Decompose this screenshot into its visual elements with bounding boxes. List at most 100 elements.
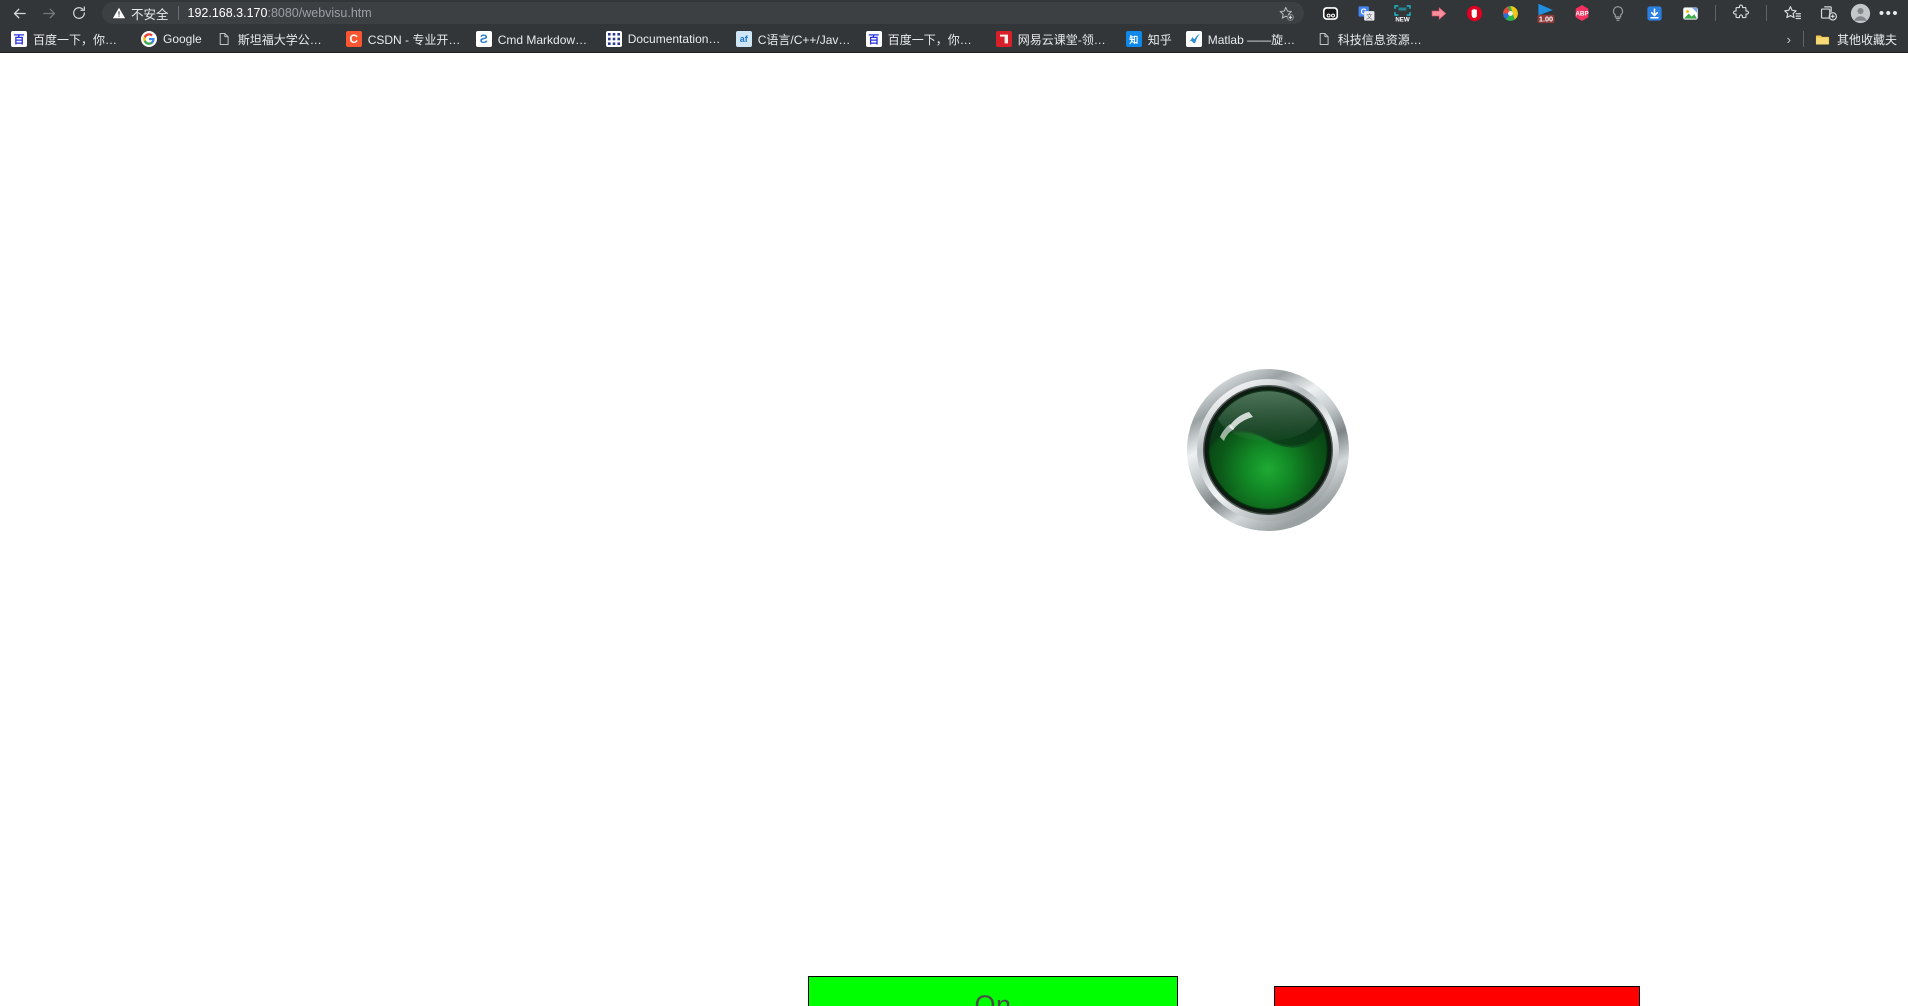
bookmark-label: Matlab ——旋转矩... bbox=[1207, 32, 1302, 47]
bookmark-label: 科技信息资源免费... bbox=[1337, 32, 1432, 47]
status-indicator-lamp bbox=[1187, 369, 1349, 531]
google-translate-icon[interactable]: G 文 bbox=[1348, 1, 1384, 25]
colorful-globe-icon bbox=[1502, 5, 1518, 21]
bookmark-item[interactable]: af C语言/C++/Java学... bbox=[729, 29, 859, 50]
back-button[interactable] bbox=[4, 1, 34, 25]
matlab-favicon bbox=[1186, 32, 1201, 46]
document-favicon bbox=[1319, 32, 1329, 46]
bookmark-item[interactable]: Documentation - R... bbox=[599, 29, 729, 49]
zhihu-favicon: 知 bbox=[1125, 31, 1142, 47]
warning-triangle-icon bbox=[112, 7, 126, 19]
adblock-plus-icon: ABP bbox=[1575, 5, 1589, 21]
bookmark-item[interactable]: 科技信息资源免费... bbox=[1309, 29, 1439, 50]
security-status[interactable]: 不安全 bbox=[112, 4, 169, 23]
bookmark-item[interactable]: 百 百度一下，你就知道 bbox=[4, 29, 134, 50]
blue-download-icon[interactable] bbox=[1636, 1, 1672, 25]
grid-favicon bbox=[605, 31, 622, 47]
colorful-globe-icon[interactable] bbox=[1492, 1, 1528, 25]
red-stop-hand-icon bbox=[1466, 5, 1482, 21]
bookmark-label: 百度一下，你就知道 bbox=[33, 32, 127, 47]
bookmark-item[interactable]: 斯坦福大学公开课... bbox=[209, 29, 339, 50]
svg-text:ABP: ABP bbox=[1575, 11, 1588, 18]
new-capture-icon[interactable]: NEW bbox=[1384, 1, 1420, 25]
bookmark-star-button[interactable] bbox=[1274, 2, 1298, 24]
address-bar[interactable]: 不安全 192.168.3.170:8080/webvisu.htm bbox=[102, 2, 1304, 24]
bookmark-label: 知乎 bbox=[1147, 32, 1172, 47]
puzzle-extensions-icon[interactable] bbox=[1723, 1, 1759, 25]
bookmarks-separator bbox=[1802, 31, 1804, 47]
bookmark-item[interactable]: 网易云课堂-领先的... bbox=[989, 29, 1119, 50]
reload-button[interactable] bbox=[64, 1, 94, 25]
google-favicon bbox=[141, 31, 157, 47]
other-bookmarks-button[interactable]: 其他收藏夫 bbox=[1808, 29, 1904, 50]
netease-favicon bbox=[996, 32, 1011, 46]
profile-avatar-icon bbox=[1850, 3, 1870, 23]
omnibox-divider bbox=[177, 6, 179, 20]
status-indicator-lamp[interactable] bbox=[1185, 367, 1351, 533]
toolbar-separator-2 bbox=[1766, 5, 1767, 21]
collections-button[interactable] bbox=[1810, 1, 1846, 25]
bookmark-label: 斯坦福大学公开课... bbox=[237, 32, 332, 47]
bookmark-label: 网易云课堂-领先的... bbox=[1017, 32, 1112, 47]
browser-chrome: 不安全 192.168.3.170:8080/webvisu.htm G 文 N… bbox=[0, 0, 1908, 53]
gray-bulb-icon bbox=[1612, 5, 1624, 21]
on-button[interactable]: On bbox=[808, 976, 1178, 1006]
url-host: 192.168.3.170 bbox=[187, 6, 268, 20]
matlab-favicon bbox=[1185, 31, 1202, 47]
puzzle-extensions-icon bbox=[1733, 4, 1749, 19]
document-favicon bbox=[219, 32, 229, 46]
forward-button[interactable] bbox=[34, 1, 64, 25]
pink-arrow-icon[interactable] bbox=[1420, 1, 1456, 25]
arrow-left-icon bbox=[13, 8, 26, 18]
bookmark-item[interactable]: Matlab ——旋转矩... bbox=[1179, 29, 1309, 50]
three-dots-menu-icon: ••• bbox=[1878, 4, 1900, 22]
bookmark-item[interactable]: Ƨ Cmd Markdown 公... bbox=[469, 29, 599, 50]
url-path: :8080/webvisu.htm bbox=[267, 6, 372, 20]
blue-play-speed-icon[interactable]: 1.00 bbox=[1528, 1, 1564, 25]
star-add-icon bbox=[1279, 6, 1294, 21]
security-label: 不安全 bbox=[131, 7, 169, 22]
bookmark-label: Documentation - R... bbox=[627, 32, 722, 46]
google-favicon bbox=[143, 33, 155, 45]
csdn-favicon: C bbox=[345, 31, 362, 47]
bookmark-item[interactable]: 百 百度一下，你就知道 bbox=[859, 29, 989, 50]
adblock-plus-icon[interactable]: ABP bbox=[1564, 1, 1600, 25]
profile-avatar-button[interactable] bbox=[1846, 1, 1874, 25]
oo-reader-icon bbox=[1322, 6, 1338, 20]
favorites-button[interactable] bbox=[1774, 1, 1810, 25]
svg-text:文: 文 bbox=[1366, 11, 1373, 20]
document-favicon bbox=[216, 31, 232, 47]
image-tool-icon bbox=[1682, 6, 1698, 20]
arrow-right-icon bbox=[42, 8, 55, 18]
grid-favicon bbox=[606, 32, 621, 46]
baidu-favicon: 百 bbox=[865, 31, 882, 47]
on-button-label: On bbox=[974, 989, 1012, 1006]
blue-play-speed-icon: 1.00 bbox=[1537, 3, 1555, 23]
pink-arrow-icon bbox=[1431, 6, 1446, 20]
bookmarks-overflow-button[interactable]: › bbox=[1779, 32, 1799, 47]
url-display[interactable]: 192.168.3.170:8080/webvisu.htm bbox=[188, 6, 1270, 20]
bookmark-label: Cmd Markdown 公... bbox=[497, 32, 592, 47]
off-button[interactable]: Off bbox=[1274, 986, 1640, 1006]
gray-bulb-icon[interactable] bbox=[1600, 1, 1636, 25]
collections-add-icon bbox=[1820, 5, 1837, 21]
oo-reader-icon[interactable] bbox=[1312, 1, 1348, 25]
bookmark-item[interactable]: Google bbox=[134, 29, 209, 49]
webvisu-page: On Off bbox=[0, 53, 1908, 1006]
cmd-markdown-favicon: Ƨ bbox=[475, 31, 492, 47]
browser-menu-button[interactable]: ••• bbox=[1874, 1, 1904, 25]
other-bookmarks-label: 其他收藏夫 bbox=[1836, 32, 1897, 47]
image-tool-icon[interactable] bbox=[1672, 1, 1708, 25]
star-list-icon bbox=[1783, 5, 1801, 19]
bookmark-label: C语言/C++/Java学... bbox=[757, 32, 852, 47]
af-favicon: af bbox=[735, 31, 752, 47]
bookmark-label: CSDN - 专业开发者... bbox=[367, 32, 462, 47]
bookmark-item[interactable]: C CSDN - 专业开发者... bbox=[339, 29, 469, 50]
browser-toolbar: 不安全 192.168.3.170:8080/webvisu.htm G 文 N… bbox=[0, 0, 1908, 26]
folder-icon bbox=[1816, 34, 1830, 44]
red-stop-hand-icon[interactable] bbox=[1456, 1, 1492, 25]
svg-text:NEW: NEW bbox=[1395, 16, 1410, 23]
bookmark-item[interactable]: 知 知乎 bbox=[1119, 29, 1179, 50]
bookmark-label: 百度一下，你就知道 bbox=[887, 32, 982, 47]
chevron-right-icon: › bbox=[1786, 31, 1791, 47]
